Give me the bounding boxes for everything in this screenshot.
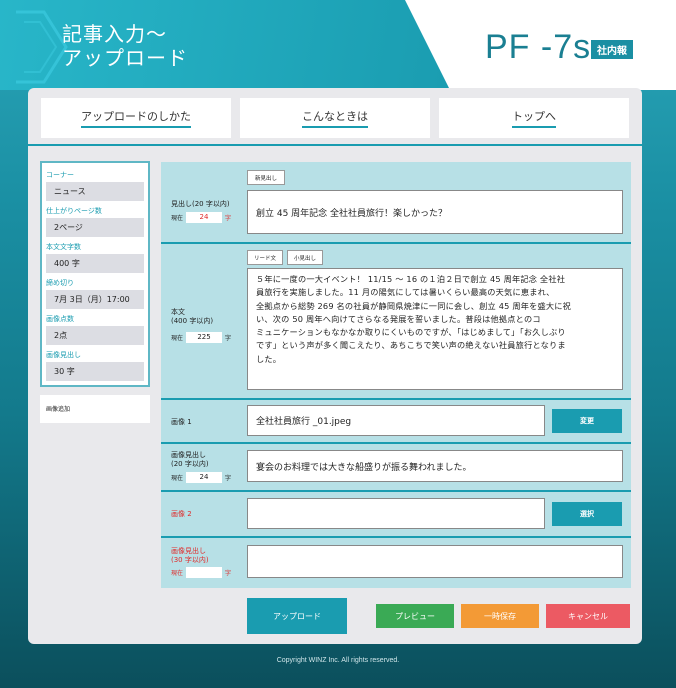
- body-count: 225: [186, 332, 223, 343]
- caption2-counter-unit: 字: [225, 570, 232, 577]
- caption1-label: 画像見出し (20 字以内): [171, 451, 209, 469]
- sidebar-pages-label: 仕上がりページ数: [46, 207, 102, 215]
- body-line: です」という声が多く聞こえたり、あちこちで笑い声の絶えない社員旅行となりま: [256, 340, 566, 351]
- sidebar-pages-value: 2ページ: [46, 218, 144, 237]
- main-panel: アップロードのしかた こんなときは トップへ コーナー ニュース 仕上がりページ…: [28, 88, 642, 644]
- lead-text-button[interactable]: リード文: [247, 250, 283, 265]
- body-line: ミュニケーションもなかなか取りにくいものですが、「はじめまして」「お久しぶり: [256, 327, 566, 338]
- copyright-text: Copyright WINZ Inc. All rights reserved.: [276, 657, 400, 664]
- caption2-label: 画像見出し (30 字以内): [171, 547, 209, 565]
- page-header: 記事入力～ アップロード PF -7s 社内報: [0, 0, 676, 90]
- caption2-count: [186, 567, 223, 578]
- add-image-link[interactable]: 画像追加: [40, 395, 150, 423]
- subheading-button[interactable]: 小見出し: [287, 250, 323, 265]
- caption2-counter: 現在 字: [171, 567, 231, 578]
- body-line: 員旅行を実施しました。11 月の陽気にしては暑いくらい最高の天気に恵まれ、: [256, 287, 555, 298]
- divider: [161, 490, 631, 492]
- divider: [161, 442, 631, 444]
- body-counter: 現在 225 字: [171, 332, 231, 343]
- new-headline-button[interactable]: 新見出し: [247, 170, 285, 185]
- sidebar-caption-value: 30 字: [46, 362, 144, 381]
- body-counter-prefix: 現在: [171, 335, 184, 342]
- image1-filename: 全社社員旅行 _01.jpeg: [247, 405, 545, 436]
- image2-label: 画像 2: [171, 510, 192, 518]
- divider: [161, 398, 631, 400]
- nav-tabs: アップロードのしかた こんなときは トップへ: [28, 98, 642, 138]
- caption2-counter-prefix: 現在: [171, 570, 184, 577]
- page-title-line1: 記事入力～: [62, 22, 167, 46]
- tab-faq-label: こんなときは: [302, 108, 368, 128]
- preview-button[interactable]: プレビュー: [376, 604, 454, 628]
- tab-upload-guide-label: アップロードのしかた: [81, 108, 191, 128]
- body-counter-unit: 字: [225, 335, 232, 342]
- headline-counter: 現在 24 字: [171, 212, 231, 223]
- caption1-label-line1: 画像見出し: [171, 451, 206, 459]
- headline-count: 24: [186, 212, 223, 223]
- page-title-line2: アップロード: [62, 46, 188, 70]
- body-line: い、次の 50 周年へ向けてさらなる発展を誓いました。普段は他拠点とのコ: [256, 313, 541, 324]
- headline-counter-unit: 字: [225, 215, 232, 222]
- caption2-input[interactable]: [247, 545, 623, 578]
- chevron-decoration-icon: [16, 10, 68, 84]
- image1-change-button[interactable]: 変更: [552, 409, 622, 433]
- caption1-counter: 現在 24 字: [171, 472, 231, 483]
- divider: [161, 536, 631, 538]
- caption1-counter-prefix: 現在: [171, 475, 184, 482]
- article-form: 新見出し 見出し(20 字以内) 現在 24 字 創立 45 周年記念 全社社員…: [161, 162, 631, 588]
- image2-filename: [247, 498, 545, 529]
- body-line: した。: [256, 353, 282, 364]
- sidebar-deadline-label: 締め切り: [46, 279, 74, 287]
- page-title: 記事入力～ アップロード: [62, 22, 188, 70]
- tab-faq[interactable]: こんなときは: [240, 98, 430, 138]
- body-label: 本文 (400 字以内): [171, 308, 213, 326]
- sidebar-corner-label: コーナー: [46, 171, 74, 179]
- tab-upload-guide[interactable]: アップロードのしかた: [41, 98, 231, 138]
- sidebar-charcount-label: 本文文字数: [46, 243, 81, 251]
- body-label-line2: (400 字以内): [171, 317, 214, 325]
- headline-counter-prefix: 現在: [171, 215, 184, 222]
- caption1-label-line2: (20 字以内): [171, 460, 209, 468]
- headline-input[interactable]: 創立 45 周年記念 全社社員旅行！楽しかった？: [247, 190, 623, 234]
- sidebar-charcount-value: 400 字: [46, 254, 144, 273]
- body-label-line1: 本文: [171, 308, 185, 316]
- image1-label: 画像 1: [171, 418, 192, 426]
- sidebar-imagecount-label: 画像点数: [46, 315, 74, 323]
- article-info-sidebar: コーナー ニュース 仕上がりページ数 2ページ 本文文字数 400 字 締め切り…: [40, 161, 150, 387]
- caption1-counter-unit: 字: [225, 475, 232, 482]
- brand-badge: 社内報: [591, 40, 633, 59]
- divider: [161, 242, 631, 244]
- caption2-label-line2: (30 字以内): [171, 556, 209, 564]
- caption2-label-line1: 画像見出し: [171, 547, 206, 555]
- body-textarea[interactable]: ５年に一度の一大イベント！ 11/15 ～ 16 の１泊２日で創立 45 周年記…: [247, 268, 623, 390]
- brand-logo: PF -7s: [485, 28, 592, 66]
- caption1-input[interactable]: 宴会のお料理では大きな船盛りが振る舞われました。: [247, 450, 623, 482]
- headline-label: 見出し(20 字以内): [171, 200, 230, 208]
- sidebar-caption-label: 画像見出し: [46, 351, 81, 359]
- sidebar-deadline-value: 7月 3日（月）17:00: [46, 290, 144, 309]
- caption1-count: 24: [186, 472, 223, 483]
- tab-top-label: トップへ: [512, 108, 556, 128]
- cancel-button[interactable]: キャンセル: [546, 604, 630, 628]
- sidebar-corner-value: ニュース: [46, 182, 144, 201]
- save-draft-button[interactable]: 一時保存: [461, 604, 539, 628]
- nav-divider: [28, 144, 642, 146]
- sidebar-imagecount-value: 2点: [46, 326, 144, 345]
- tab-top[interactable]: トップへ: [439, 98, 629, 138]
- image2-select-button[interactable]: 選択: [552, 502, 622, 526]
- body-line: 全拠点から総勢 269 名の社員が静岡県焼津に一同に会し、創立 45 周年を盛大…: [256, 300, 572, 311]
- upload-button[interactable]: アップロード: [247, 598, 347, 634]
- body-line: ５年に一度の一大イベント！ 11/15 ～ 16 の１泊２日で創立 45 周年記…: [256, 274, 566, 284]
